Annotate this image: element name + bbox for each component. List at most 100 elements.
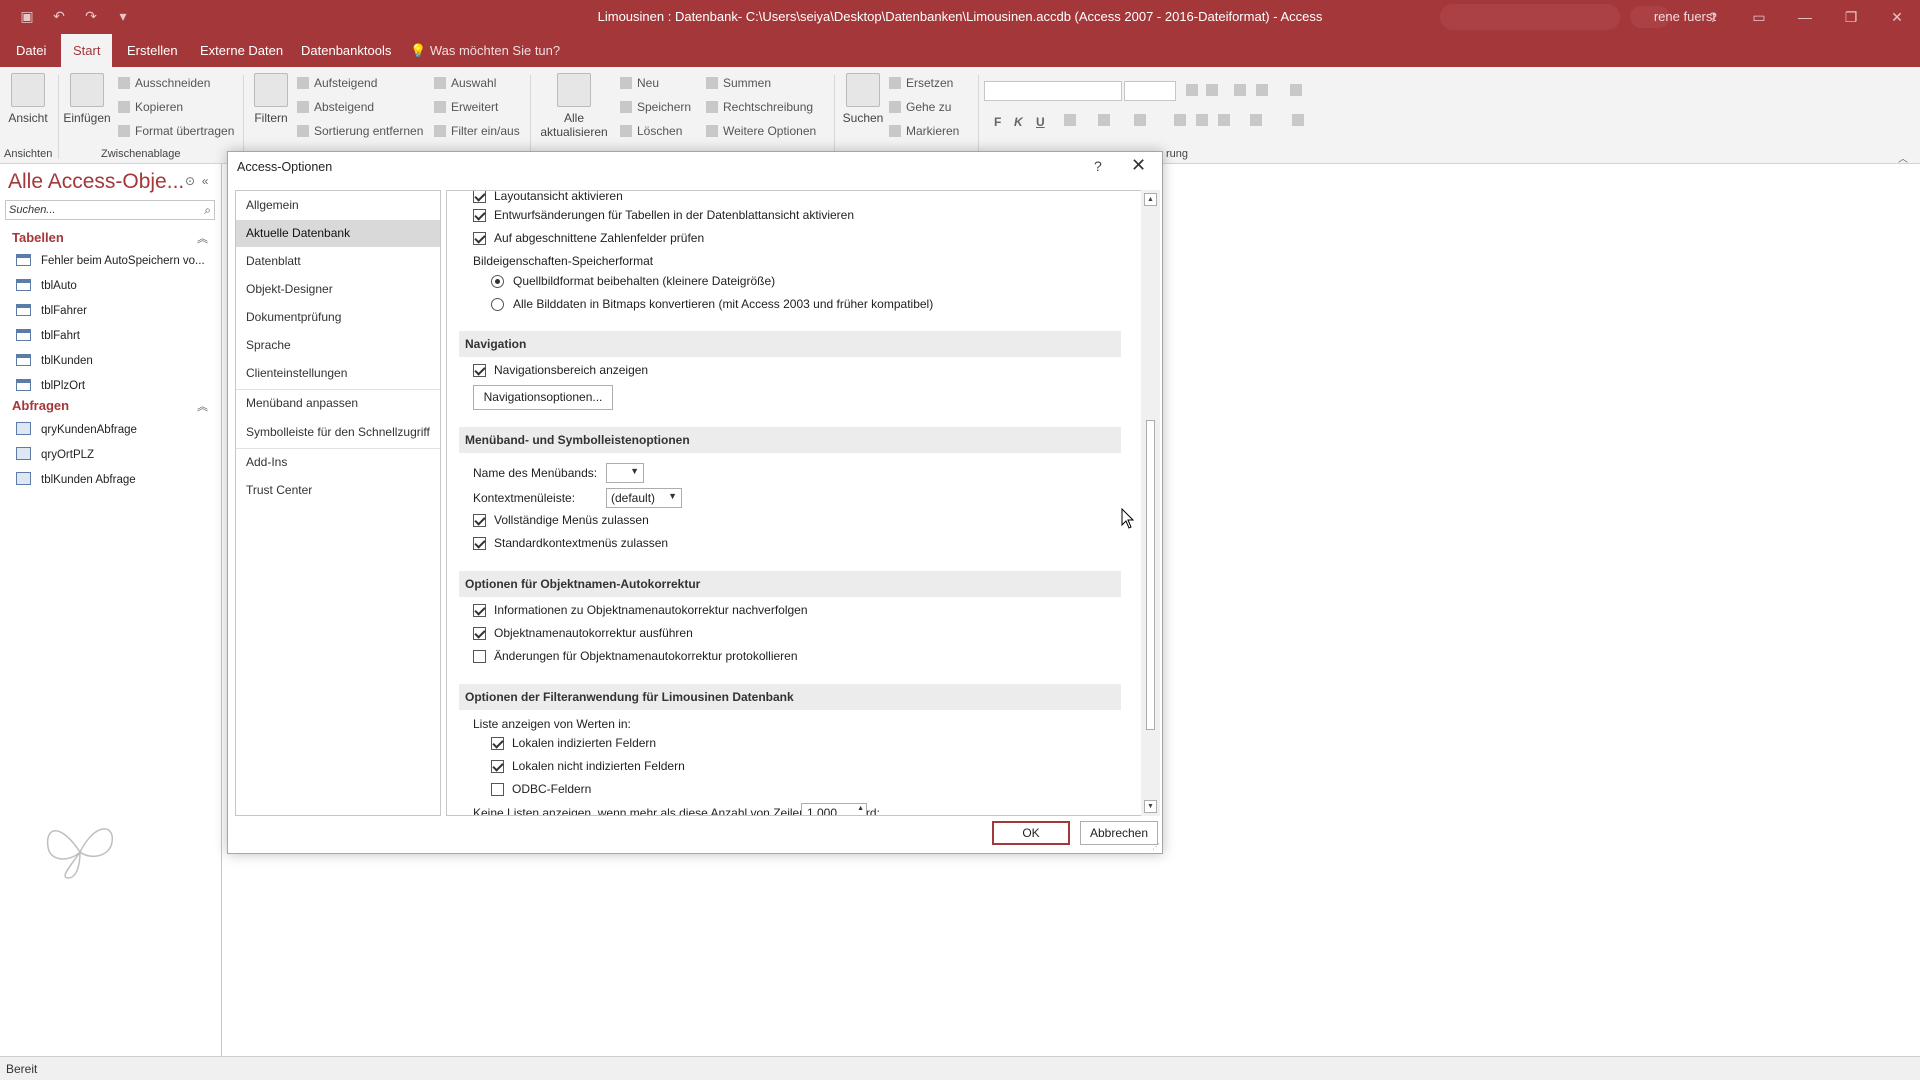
view-button[interactable]: Ansicht [8,73,48,125]
category-clienteinstellungen[interactable]: Clienteinstellungen [236,360,440,387]
filter-button[interactable]: Filtern [251,73,291,125]
find-button[interactable]: Suchen [840,73,886,125]
log-autocorrect-checkbox[interactable] [473,649,486,663]
full-menus-checkbox[interactable] [473,513,486,527]
odbc-checkbox[interactable] [491,782,504,796]
nav-item-query[interactable]: qryKundenAbfrage [16,422,137,436]
align-center-button[interactable] [1196,113,1213,127]
dialog-help-icon[interactable]: ? [1094,158,1102,174]
tab-erstellen[interactable]: Erstellen [115,34,190,67]
nav-item-query[interactable]: qryOrtPLZ [16,447,94,461]
ok-button[interactable]: OK [992,821,1070,845]
fill-color-button[interactable] [1134,113,1151,127]
category-dokumentpruefung[interactable]: Dokumentprüfung [236,304,440,331]
category-sprache[interactable]: Sprache [236,332,440,359]
design-changes-checkbox[interactable] [473,208,486,222]
ribbon-name-combo[interactable]: ▼ [606,463,644,483]
max-rows-spinner[interactable]: 1.000▲▼ [801,803,867,815]
log-autocorrect-option[interactable]: Änderungen für Objektnamenautokorrektur … [473,649,798,663]
local-non-indexed-checkbox[interactable] [491,759,504,773]
replace-button[interactable]: Ersetzen [889,76,953,90]
collapse-group-icon[interactable]: ︽ [197,230,208,246]
search-icon[interactable]: ⌕ [204,203,211,218]
layout-view-option[interactable]: Layoutansicht aktivieren [473,191,623,203]
default-context-checkbox[interactable] [473,536,486,550]
tab-start[interactable]: Start [61,34,113,67]
scrollbar-thumb[interactable] [1146,420,1155,730]
maximize-icon[interactable]: ❐ [1828,0,1874,34]
new-record-button[interactable]: Neu [620,76,659,90]
align-right-button[interactable] [1218,113,1235,127]
track-autocorrect-checkbox[interactable] [473,603,486,617]
font-name-combo[interactable] [984,81,1122,101]
collapse-group-icon[interactable]: ︽ [197,398,208,414]
tab-datenbanktools[interactable]: Datenbanktools [289,34,403,67]
local-non-indexed-option[interactable]: Lokalen nicht indizierten Feldern [491,759,685,773]
bold-button[interactable]: F [994,115,1001,129]
context-menu-combo[interactable]: (default) ▼ [606,488,682,508]
full-menus-option[interactable]: Vollständige Menüs zulassen [473,513,649,527]
category-menueband-anpassen[interactable]: Menüband anpassen [236,390,440,417]
select-button[interactable]: Markieren [889,124,959,138]
track-autocorrect-option[interactable]: Informationen zu Objektnamenautokorrektu… [473,603,808,617]
category-aktuelle-datenbank[interactable]: Aktuelle Datenbank [236,220,440,247]
alternate-row-color-button[interactable] [1292,113,1309,127]
category-schnellzugriff[interactable]: Symbolleiste für den Schnellzugriff [236,419,440,446]
nav-search-input[interactable]: Suchen... ⌕ [5,200,215,220]
truncated-numbers-checkbox[interactable] [473,231,486,245]
nav-item-table[interactable]: Fehler beim AutoSpeichern vo... [16,254,205,267]
nav-item-table[interactable]: tblFahrer [16,304,87,317]
italic-button[interactable]: K [1014,115,1023,129]
cancel-button[interactable]: Abbrechen [1080,821,1158,845]
picture-keep-option[interactable]: Quellbildformat beibehalten (kleinere Da… [491,274,775,288]
tell-me-search[interactable]: 💡 Was möchten Sie tun? [410,34,560,67]
perform-autocorrect-checkbox[interactable] [473,626,486,640]
truncated-numbers-option[interactable]: Auf abgeschnittene Zahlenfelder prüfen [473,231,704,245]
format-painter-button[interactable]: Format übertragen [118,124,234,138]
underline-button[interactable]: U [1036,115,1045,129]
font-size-combo[interactable] [1124,81,1176,101]
category-trust-center[interactable]: Trust Center [236,477,440,504]
save-record-button[interactable]: Speichern [620,100,691,114]
tab-datei[interactable]: Datei [4,34,58,67]
design-changes-option[interactable]: Entwurfsänderungen für Tabellen in der D… [473,208,854,222]
spelling-button[interactable]: Rechtschreibung [706,100,813,114]
nav-item-table[interactable]: tblPlzOrt [16,379,85,392]
show-nav-checkbox[interactable] [473,363,486,377]
odbc-option[interactable]: ODBC-Feldern [491,782,591,796]
align-left-button[interactable] [1174,113,1191,127]
category-add-ins[interactable]: Add-Ins [236,449,440,476]
scroll-up-icon[interactable]: ▲ [1144,193,1157,206]
ribbon-display-icon[interactable]: ▭ [1736,0,1782,34]
sort-ascending-button[interactable]: Aufsteigend [297,76,377,90]
spinner-arrows-icon[interactable]: ▲▼ [857,804,864,815]
options-scrollbar[interactable]: ▲ ▼ [1141,190,1160,816]
copy-button[interactable]: Kopieren [118,100,183,114]
selection-button[interactable]: Auswahl [434,76,496,90]
picture-keep-radio[interactable] [491,274,504,288]
toggle-filter-button[interactable]: Filter ein/aus [434,124,520,138]
advanced-button[interactable]: Erweitert [434,100,498,114]
cut-button[interactable]: Ausschneiden [118,76,210,90]
collapse-ribbon-icon[interactable]: ︿ [1898,150,1908,165]
category-allgemein[interactable]: Allgemein [236,192,440,219]
totals-button[interactable]: Summen [706,76,771,90]
remove-sort-button[interactable]: Sortierung entfernen [297,124,423,138]
close-window-icon[interactable]: ✕ [1874,0,1920,34]
default-context-option[interactable]: Standardkontextmenüs zulassen [473,536,668,550]
nav-item-table[interactable]: tblAuto [16,279,77,292]
picture-bitmap-radio[interactable] [491,297,504,311]
perform-autocorrect-option[interactable]: Objektnamenautokorrektur ausführen [473,626,693,640]
picture-bitmap-option[interactable]: Alle Bilddaten in Bitmaps konvertieren (… [491,297,933,311]
show-nav-option[interactable]: Navigationsbereich anzeigen [473,363,648,377]
delete-record-button[interactable]: Löschen [620,124,682,138]
local-indexed-checkbox[interactable] [491,736,504,750]
nav-menu-icon[interactable]: ⊙ [185,174,195,188]
goto-button[interactable]: Gehe zu [889,100,951,114]
indent-decrease-button[interactable] [1256,83,1273,97]
local-indexed-option[interactable]: Lokalen indizierten Feldern [491,736,656,750]
sort-descending-button[interactable]: Absteigend [297,100,374,114]
help-icon[interactable]: ? [1690,0,1736,34]
tab-externe-daten[interactable]: Externe Daten [188,34,295,67]
resize-grip-icon[interactable]: ⋰ [1152,842,1160,851]
